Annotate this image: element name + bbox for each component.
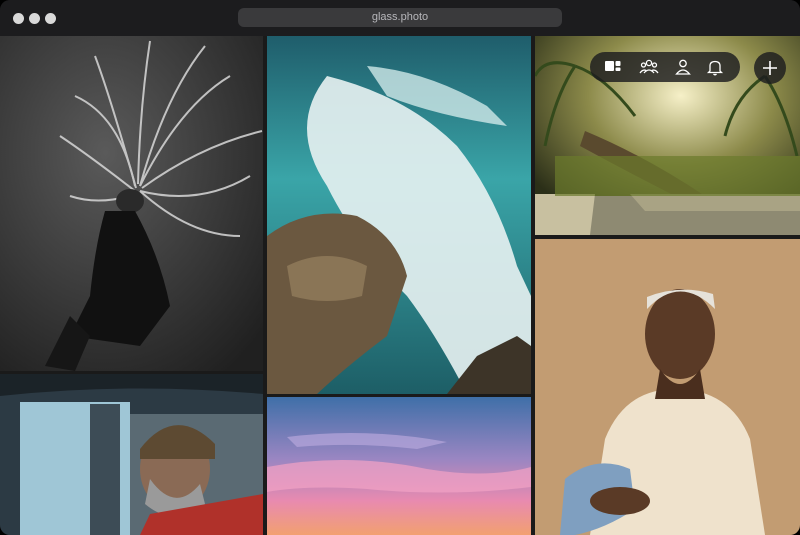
bell-icon	[706, 60, 724, 76]
gallery-icon	[605, 61, 621, 71]
people-icon	[639, 59, 659, 74]
photo-portrait-image	[535, 239, 800, 535]
photo-man-window[interactable]	[0, 374, 263, 535]
title-bar: glass.photo	[0, 0, 800, 36]
minimize-window-dot[interactable]	[29, 13, 40, 24]
photo-portrait[interactable]	[535, 239, 800, 535]
photo-sunset-sky-image	[267, 397, 531, 535]
notifications-button[interactable]	[700, 55, 730, 79]
photo-dancer[interactable]	[0, 36, 263, 371]
browser-window: glass.photo	[0, 0, 800, 535]
address-bar[interactable]: glass.photo	[238, 8, 562, 27]
photo-man-window-image	[0, 374, 263, 535]
plus-icon	[763, 61, 777, 75]
photo-dancer-image	[0, 36, 263, 371]
photo-ocean-waves-image	[267, 36, 531, 394]
add-button[interactable]	[754, 52, 786, 84]
zoom-window-dot[interactable]	[45, 13, 56, 24]
profile-icon	[675, 59, 691, 75]
gallery-button[interactable]	[598, 55, 628, 79]
close-window-dot[interactable]	[13, 13, 24, 24]
floating-toolbar	[590, 52, 740, 82]
photo-ocean-waves[interactable]	[267, 36, 531, 394]
people-button[interactable]	[634, 55, 664, 79]
profile-button[interactable]	[668, 55, 698, 79]
photo-sunset-sky[interactable]	[267, 397, 531, 535]
